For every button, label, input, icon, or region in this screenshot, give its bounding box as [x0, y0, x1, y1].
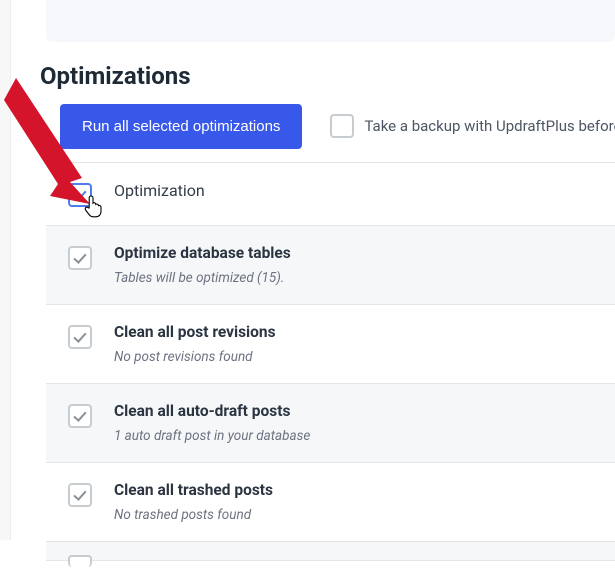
row-checkbox[interactable] — [68, 555, 92, 567]
table-header-row: Optimization — [46, 163, 615, 226]
backup-checkbox[interactable] — [330, 114, 354, 138]
table-row — [46, 542, 615, 561]
table-row: Optimize database tables Tables will be … — [46, 226, 615, 305]
row-title: Clean all auto-draft posts — [114, 402, 310, 420]
actions-row: Run all selected optimizations Take a ba… — [60, 102, 615, 150]
left-rail — [0, 0, 11, 540]
row-checkbox[interactable] — [68, 483, 92, 507]
row-checkbox[interactable] — [68, 325, 92, 349]
optimizations-table: Optimization Optimize database tables Ta… — [46, 162, 615, 540]
run-all-button[interactable]: Run all selected optimizations — [60, 104, 302, 149]
row-title: Clean all trashed posts — [114, 481, 273, 499]
table-row: Clean all auto-draft posts 1 auto draft … — [46, 384, 615, 463]
table-row: Clean all trashed posts No trashed posts… — [46, 463, 615, 542]
row-checkbox[interactable] — [68, 404, 92, 428]
row-desc: Tables will be optimized (15). — [114, 270, 291, 286]
row-title: Optimize database tables — [114, 244, 291, 262]
backup-label: Take a backup with UpdraftPlus before — [364, 117, 615, 135]
row-desc: No post revisions found — [114, 349, 276, 365]
row-title: Clean all post revisions — [114, 323, 276, 341]
previous-panel-placeholder — [46, 0, 615, 42]
section-title: Optimizations — [40, 62, 191, 90]
select-all-checkbox[interactable] — [68, 183, 92, 207]
backup-checkbox-wrap[interactable]: Take a backup with UpdraftPlus before — [330, 114, 615, 138]
row-desc: 1 auto draft post in your database — [114, 428, 310, 444]
row-desc: No trashed posts found — [114, 507, 273, 523]
column-header-optimization: Optimization — [114, 181, 205, 200]
table-row: Clean all post revisions No post revisio… — [46, 305, 615, 384]
row-checkbox[interactable] — [68, 246, 92, 270]
